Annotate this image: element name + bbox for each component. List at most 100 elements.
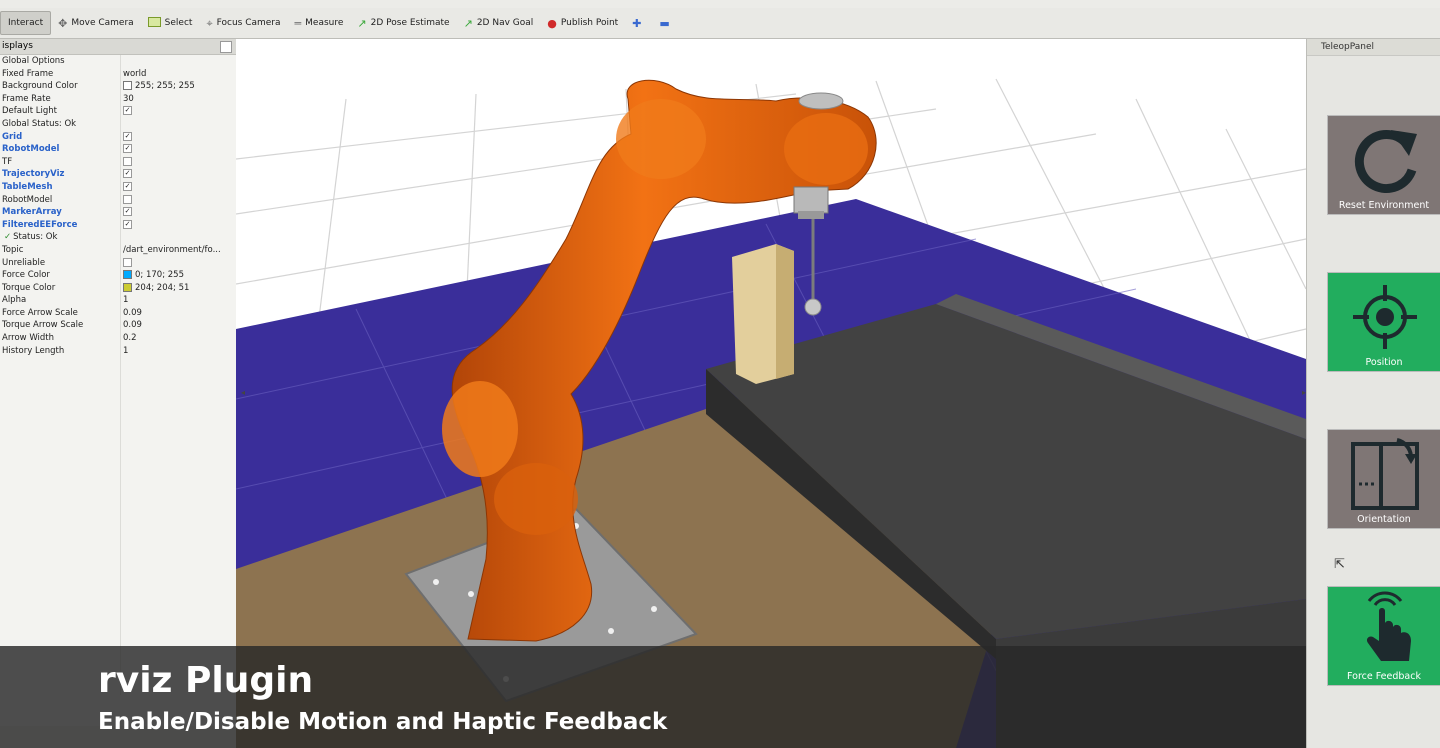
tool-move-camera[interactable]: ✥ Move Camera bbox=[51, 12, 141, 34]
reset-environment-label: Reset Environment bbox=[1338, 200, 1430, 211]
tree-row-fixed-frame[interactable]: Fixed Frame world bbox=[0, 68, 236, 81]
checkbox[interactable]: ✓ bbox=[123, 144, 132, 154]
tree-row-torque-color[interactable]: Torque Color 204; 204; 51 bbox=[0, 282, 236, 295]
row-label: Arrow Width bbox=[2, 333, 55, 344]
row-value: 255; 255; 255 bbox=[135, 81, 195, 92]
row-value[interactable]: 0.09 bbox=[123, 319, 142, 332]
nav-goal-icon: ↗ bbox=[463, 16, 473, 30]
tree-row-history-length[interactable]: History Length 1 bbox=[0, 345, 236, 358]
tree-row-tf[interactable]: TF bbox=[0, 156, 236, 169]
checkbox[interactable]: ✓ bbox=[123, 106, 132, 116]
tree-row-frame-rate[interactable]: Frame Rate 30 bbox=[0, 93, 236, 106]
tree-row-topic[interactable]: Topic/dart_environment/fo... bbox=[0, 244, 236, 257]
row-value: 0; 170; 255 bbox=[135, 270, 184, 281]
scene-canvas bbox=[236, 39, 1306, 748]
displays-panel: isplays Global Options Fixed Frame world … bbox=[0, 39, 237, 748]
checkbox[interactable]: ✓ bbox=[123, 169, 132, 179]
tree-row-filtered-ee-force[interactable]: FilteredEEForce ✓ bbox=[0, 219, 236, 232]
crosshair-target-icon bbox=[1353, 285, 1417, 349]
minus-dropdown-icon: ▬ bbox=[659, 16, 670, 30]
tool-measure[interactable]: ═ Measure bbox=[288, 12, 351, 34]
row-label: Torque Arrow Scale bbox=[2, 320, 84, 331]
tree-row-force-color[interactable]: Force Color 0; 170; 255 bbox=[0, 269, 236, 282]
tree-row-marker-array[interactable]: MarkerArray ✓ bbox=[0, 206, 236, 219]
checkbox[interactable]: ✓ bbox=[123, 131, 132, 141]
orientation-label: Orientation bbox=[1357, 514, 1411, 525]
panel-close-icon[interactable] bbox=[220, 41, 232, 53]
row-value[interactable]: /dart_environment/fo... bbox=[123, 244, 221, 257]
tree-row-default-light[interactable]: Default Light ✓ bbox=[0, 105, 236, 118]
tree-row-robot-model-2[interactable]: RobotModel bbox=[0, 194, 236, 207]
row-value[interactable]: world bbox=[123, 68, 146, 81]
row-label: Global Options bbox=[2, 56, 65, 66]
tool-focus-camera[interactable]: ⌖ Focus Camera bbox=[199, 12, 287, 34]
tool-2d-nav-goal-label: 2D Nav Goal bbox=[476, 18, 534, 28]
measure-icon: ═ bbox=[294, 16, 302, 30]
force-feedback-button[interactable]: Force Feedback bbox=[1327, 586, 1440, 686]
row-label: Default Light bbox=[2, 106, 57, 117]
row-label: Topic bbox=[2, 244, 24, 255]
position-button[interactable]: Position bbox=[1327, 272, 1440, 372]
row-value-color[interactable]: 204; 204; 51 bbox=[123, 282, 189, 295]
tool-add[interactable]: ✚ bbox=[625, 12, 652, 34]
tree-row-robot-model[interactable]: RobotModel ✓ bbox=[0, 143, 236, 156]
display-properties-tree: Global Options Fixed Frame world Backgrou… bbox=[0, 55, 236, 695]
tool-remove[interactable]: ▬ bbox=[652, 12, 680, 34]
row-value[interactable]: 30 bbox=[123, 93, 134, 106]
orientation-button[interactable]: Orientation bbox=[1327, 429, 1440, 529]
tree-row-unreliable[interactable]: Unreliable bbox=[0, 257, 236, 270]
tool-interact-label: Interact bbox=[8, 18, 44, 28]
publish-point-icon: ● bbox=[547, 16, 557, 30]
displays-title: isplays bbox=[2, 41, 33, 51]
tree-row-alpha[interactable]: Alpha 1 bbox=[0, 294, 236, 307]
tree-row-grid[interactable]: Grid ✓ bbox=[0, 131, 236, 144]
tool-measure-label: Measure bbox=[305, 18, 344, 28]
left-splitter-handle-icon[interactable]: ◂ bbox=[241, 388, 245, 397]
render-viewport[interactable] bbox=[236, 39, 1306, 748]
touch-haptic-icon bbox=[1366, 591, 1411, 661]
tool-focus-camera-label: Focus Camera bbox=[216, 18, 281, 28]
row-label: Fixed Frame bbox=[2, 68, 54, 79]
checkbox[interactable]: ✓ bbox=[123, 207, 132, 217]
row-value[interactable]: 0.09 bbox=[123, 307, 142, 320]
row-label: RobotModel bbox=[2, 194, 53, 205]
torque-color-swatch-icon bbox=[123, 282, 132, 292]
tree-row-force-arrow-scale[interactable]: Force Arrow Scale 0.09 bbox=[0, 307, 236, 320]
tree-row-arrow-width[interactable]: Arrow Width 0.2 bbox=[0, 332, 236, 345]
tree-row-global-options[interactable]: Global Options bbox=[0, 55, 236, 68]
tree-row-status[interactable]: ✓ Status: Ok bbox=[0, 231, 236, 244]
tool-publish-point[interactable]: ● Publish Point bbox=[540, 12, 625, 34]
force-color-swatch-icon bbox=[123, 270, 132, 280]
tree-row-global-status[interactable]: Global Status: Ok bbox=[0, 118, 236, 131]
tree-row-table-mesh[interactable]: TableMesh ✓ bbox=[0, 181, 236, 194]
checkbox[interactable] bbox=[123, 156, 132, 166]
checkbox[interactable] bbox=[123, 194, 132, 204]
tool-2d-nav-goal[interactable]: ↗ 2D Nav Goal bbox=[457, 12, 541, 34]
reset-environment-button[interactable]: Reset Environment bbox=[1327, 115, 1440, 215]
row-label: Force Color bbox=[2, 270, 50, 281]
row-value-color[interactable]: 255; 255; 255 bbox=[123, 80, 195, 93]
tool-interact[interactable]: Interact bbox=[0, 11, 52, 35]
tool-2d-pose-estimate[interactable]: ↗ 2D Pose Estimate bbox=[350, 12, 456, 34]
row-value[interactable]: 1 bbox=[123, 294, 128, 307]
tree-row-background-color[interactable]: Background Color 255; 255; 255 bbox=[0, 80, 236, 93]
tree-row-trajectory-viz[interactable]: TrajectoryViz ✓ bbox=[0, 168, 236, 181]
row-label: TF bbox=[2, 156, 13, 167]
probe-tip bbox=[804, 298, 822, 316]
tool-move-camera-label: Move Camera bbox=[71, 18, 134, 28]
row-value[interactable]: 0.2 bbox=[123, 332, 137, 345]
tree-row-torque-arrow-scale[interactable]: Torque Arrow Scale 0.09 bbox=[0, 319, 236, 332]
checkbox[interactable]: ✓ bbox=[123, 219, 132, 229]
teleop-panel-title: TeleopPanel bbox=[1307, 39, 1440, 56]
row-label: Background Color bbox=[2, 81, 78, 92]
caption-subtitle: Enable/Disable Motion and Haptic Feedbac… bbox=[98, 709, 668, 735]
mouse-cursor-icon: ⇱ bbox=[1334, 557, 1345, 572]
tool-bar: Interact ✥ Move Camera Select ⌖ Focus Ca… bbox=[0, 8, 1440, 39]
row-label: TableMesh bbox=[2, 181, 53, 192]
checkbox[interactable]: ✓ bbox=[123, 181, 132, 191]
row-value-color[interactable]: 0; 170; 255 bbox=[123, 269, 184, 282]
teleop-panel: TeleopPanel Reset Environment Position O… bbox=[1306, 39, 1440, 748]
tool-select[interactable]: Select bbox=[141, 12, 200, 34]
row-value[interactable]: 1 bbox=[123, 345, 128, 358]
checkbox[interactable] bbox=[123, 257, 132, 267]
